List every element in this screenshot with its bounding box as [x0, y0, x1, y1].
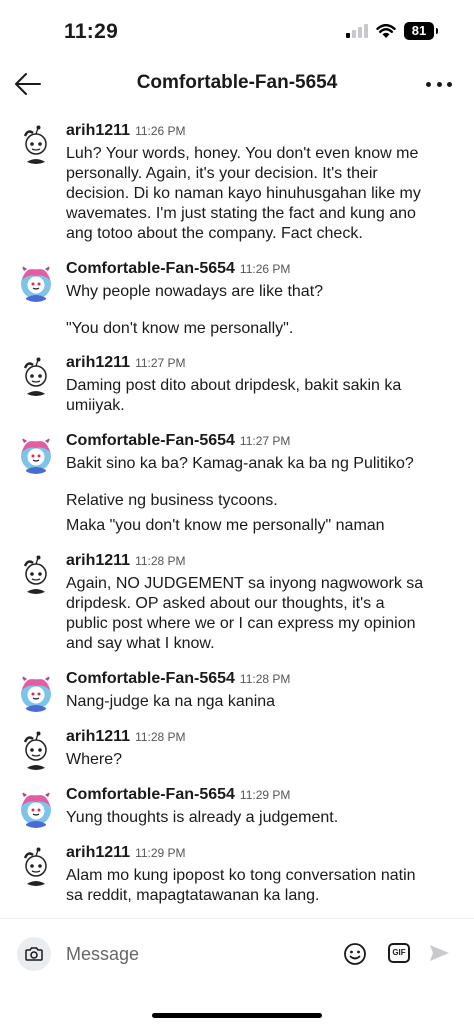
message-text: public post where we or I can express my…: [66, 615, 416, 632]
message-author[interactable]: arih1211: [66, 844, 130, 862]
message-text: Daming post dito about dripdesk, bakit s…: [66, 377, 402, 394]
avatar[interactable]: [16, 846, 56, 886]
message-text: "You don't know me personally".: [66, 320, 294, 337]
message-item: arih1211 11:27 PM Daming post dito about …: [0, 354, 474, 416]
message-item: arih1211 11:29 PM Alam mo kung ipopost ko…: [0, 844, 474, 906]
message-time: 11:29 PM: [135, 846, 186, 860]
message-text: wavemates. I'm just stating the fact and…: [66, 205, 416, 222]
message-time: 11:26 PM: [239, 262, 291, 276]
message-text: Yung thoughts is already a judgement.: [66, 809, 339, 826]
battery-icon: 81: [404, 22, 438, 40]
message-item: Comfortable-Fan-5654 11:29 PM Yung though…: [0, 786, 474, 828]
message-item: arih1211 11:28 PM Again, NO JUDGEMENT sa …: [0, 552, 474, 654]
status-time: 11:29: [64, 20, 119, 43]
message-thread[interactable]: arih1211 11:26 PM Luh? Your words, honey.…: [0, 112, 474, 918]
message-composer: GIF: [0, 918, 474, 1027]
message-text: Why people nowadays are like that?: [66, 283, 324, 300]
message-time: 11:26 PM: [135, 124, 186, 138]
message-time: 11:29 PM: [239, 788, 291, 802]
avatar[interactable]: [16, 434, 56, 474]
message-time: 11:27 PM: [239, 434, 291, 448]
home-indicator: [152, 1013, 322, 1018]
message-author[interactable]: arih1211: [66, 354, 130, 372]
message-author[interactable]: arih1211: [66, 122, 130, 140]
message-text: Bakit sino ka ba? Kamag-anak ka ba ng Pu…: [66, 455, 414, 472]
message-text: Luh? Your words, honey. You don't even k…: [66, 145, 419, 162]
message-time: 11:28 PM: [135, 730, 186, 744]
message-time: 11:28 PM: [239, 672, 291, 686]
status-indicators: 81: [346, 22, 438, 40]
chat-title: Comfortable-Fan-5654: [136, 72, 338, 93]
signal-icon: [346, 24, 368, 38]
message-text: ang totoo about the company. Fact check.: [66, 225, 363, 242]
message-item: Comfortable-Fan-5654 11:27 PM Bakit sino …: [0, 432, 474, 536]
message-text: personally. Again, it's your decision. I…: [66, 165, 378, 182]
avatar[interactable]: [16, 730, 56, 770]
message-text: Relative ng business tycoons.: [66, 492, 278, 509]
message-item: arih1211 11:26 PM Luh? Your words, honey.…: [0, 122, 474, 244]
message-text: Again, NO JUDGEMENT sa inyong nagwowork …: [66, 575, 424, 592]
emoji-icon[interactable]: [343, 942, 367, 966]
avatar[interactable]: [16, 788, 56, 828]
message-time: 11:27 PM: [135, 356, 186, 370]
message-text: sa reddit, mapagtatawanan ka lang.: [66, 887, 320, 904]
avatar[interactable]: [16, 262, 56, 302]
camera-icon: [25, 947, 43, 961]
avatar[interactable]: [16, 554, 56, 594]
avatar[interactable]: [16, 356, 56, 396]
message-author[interactable]: arih1211: [66, 552, 130, 570]
send-icon[interactable]: [427, 941, 451, 965]
message-item: Comfortable-Fan-5654 11:26 PM Why people …: [0, 260, 474, 339]
message-text: Alam mo kung ipopost ko tong conversatio…: [66, 867, 416, 884]
avatar[interactable]: [16, 672, 56, 712]
message-text: and say what I know.: [66, 635, 215, 652]
message-text: Nang-judge ka na nga kanina: [66, 693, 276, 710]
message-text: decision. Di ko naman kayo hinuhusgahan …: [66, 185, 421, 202]
message-author[interactable]: Comfortable-Fan-5654: [66, 786, 235, 804]
chat-header: Comfortable-Fan-5654: [0, 60, 474, 110]
message-time: 11:28 PM: [135, 554, 186, 568]
gif-button[interactable]: GIF: [388, 943, 410, 963]
camera-button[interactable]: [17, 937, 51, 971]
status-bar: 11:29 81: [0, 0, 474, 60]
message-input[interactable]: [66, 941, 306, 967]
message-text: dripdesk. OP asked about our thoughts, i…: [66, 595, 385, 612]
message-text: Where?: [66, 751, 123, 768]
message-author[interactable]: arih1211: [66, 728, 130, 746]
message-item: arih1211 11:28 PM Where?: [0, 728, 474, 770]
message-author[interactable]: Comfortable-Fan-5654: [66, 432, 235, 450]
wifi-icon: [376, 23, 396, 38]
more-options-icon[interactable]: [426, 72, 452, 96]
message-author[interactable]: Comfortable-Fan-5654: [66, 260, 235, 278]
message-text: umiiyak.: [66, 397, 125, 414]
avatar[interactable]: [16, 124, 56, 164]
message-author[interactable]: Comfortable-Fan-5654: [66, 670, 235, 688]
message-item: Comfortable-Fan-5654 11:28 PM Nang-judge …: [0, 670, 474, 712]
message-text: Maka "you don't know me personally" nama…: [66, 517, 385, 534]
